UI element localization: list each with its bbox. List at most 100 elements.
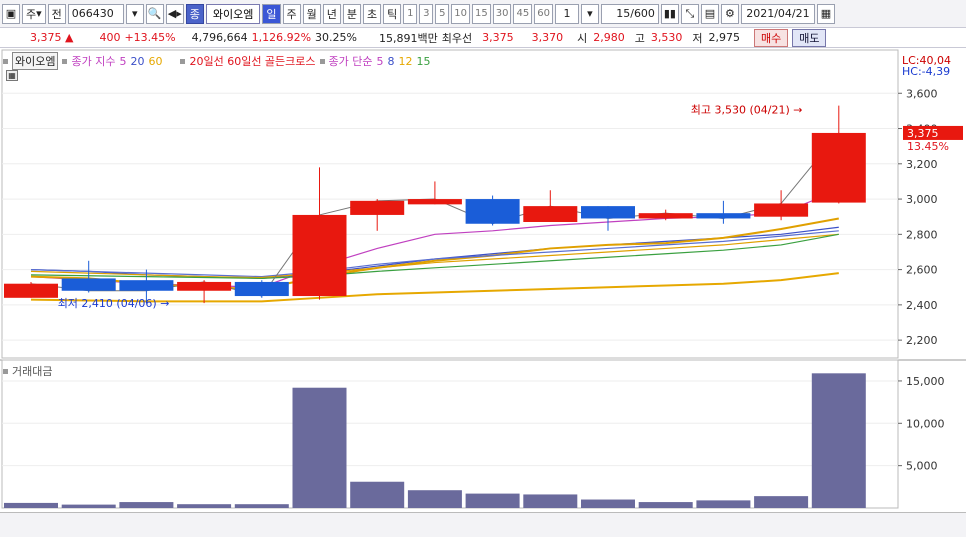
minute-15[interactable]: 15 [472,3,491,24]
y-tick-label: 2,600 [906,264,938,277]
volume-ratio: 1,126.92% [251,31,312,44]
speaker-icon[interactable]: ◀▸ [165,3,184,24]
period-week[interactable]: 주 [282,3,301,24]
minute-5[interactable]: 5 [435,3,450,24]
minute-45[interactable]: 45 [513,3,533,24]
candle-body [177,281,232,291]
candle [350,199,405,231]
candle [754,190,809,221]
candle-body [407,199,462,205]
type-badge[interactable]: 종 [185,3,204,24]
volume-bar [350,481,405,508]
current-pct-text: 13.45% [907,140,949,153]
volume-bar [61,504,116,508]
candle [465,195,520,226]
period-tick[interactable]: 틱 [383,3,402,24]
volume-bar [407,490,462,508]
market-select[interactable]: 주 ▾ [22,3,46,24]
volume-bar [177,504,232,508]
legend-marker-icon [180,58,186,64]
candle-body [234,281,289,297]
bottom-scroll-bar[interactable] [0,512,966,537]
gear-icon[interactable]: ⚙ [720,3,739,24]
volume-bar [581,499,635,508]
ma-line-sma5 [30,217,839,290]
save-icon[interactable]: ▤ [700,3,719,24]
high-label: 고 [634,31,645,45]
low-label: 저 [692,31,703,45]
minute-3[interactable]: 3 [419,3,434,24]
legend-sma-label[interactable]: 종가 단순 [329,53,373,69]
legend-ema-label[interactable]: 종가 지수 [71,53,115,69]
legend-ema-60: 60 [148,54,163,68]
draw-tool-icon[interactable]: ⤡ [680,3,699,24]
volume-bar [811,373,866,508]
min-annotation: 최저 2,410 (04/06) → [58,297,170,310]
y-tick-label: 3,600 [906,87,938,100]
stock-name: 와이오엠 [205,3,261,24]
period-minute[interactable]: 분 [342,3,362,24]
period-year[interactable]: 년 [322,3,341,24]
candle-type-icon[interactable]: ▮▮ [660,3,679,24]
volume-bar [696,500,751,508]
prev-button[interactable]: 전 [47,3,66,24]
candle [523,190,578,222]
volume-bar [119,502,174,508]
calendar-icon[interactable]: ▦ [816,3,835,24]
legend-cross-label[interactable]: 20일선 60일선 골든크로스 [189,53,315,69]
dropdown-icon[interactable]: ▾ [125,3,144,24]
buy-button[interactable]: 매수 [753,28,789,47]
minute-10[interactable]: 10 [451,3,470,24]
candle-body [638,213,693,219]
minute-1[interactable]: 1 [403,3,418,24]
count-input[interactable]: 15/600 [600,3,659,24]
legend-sma-5: 5 [376,54,384,68]
candle-body [811,132,866,203]
candle-body [754,203,809,217]
unit-input[interactable]: 1 [554,3,579,24]
date-input[interactable]: 2021/04/21 [740,3,815,24]
stock-code-input[interactable]: 066430 [67,3,124,24]
hc-label: HC:-4,39 [902,65,950,78]
volume-bar [465,493,520,508]
legend-marker-icon [319,58,325,64]
candle-body [350,200,405,215]
minute-60[interactable]: 60 [534,3,553,24]
volume-bar [523,494,578,508]
price-chart[interactable]: 3,6003,4003,2003,0002,8002,6002,4002,200… [0,48,966,512]
chart-legend: 와이오엠 종가 지수 5 20 60 20일선 60일선 골든크로스 종가 단순… [3,52,431,70]
sell-button[interactable]: 매도 [792,28,827,47]
candle [638,209,693,221]
max-annotation: 최고 3,530 (04/21) → [691,104,803,117]
volume-tick-label: 10,000 [906,417,945,430]
bid-price: 3,370 [531,31,564,44]
window-icon[interactable]: ▣ [2,3,20,24]
turnover-value: 30.25% [315,31,357,44]
period-day[interactable]: 일 [262,3,281,24]
legend-stock-name[interactable]: 와이오엠 [12,52,59,70]
candle [234,280,289,298]
y-tick-label: 2,200 [906,334,938,347]
minute-30[interactable]: 30 [492,3,512,24]
unit-dropdown-icon[interactable]: ▾ [580,3,599,24]
current-price: 3,375 ▲ [30,31,74,44]
legend-marker-icon [3,368,8,374]
volume-panel-title[interactable]: 거래대금 [12,363,52,379]
price-change: 400 [99,31,121,44]
volume-bar [292,387,347,508]
period-month[interactable]: 월 [302,3,321,24]
y-tick-label: 3,200 [906,158,938,171]
candle-body [4,283,58,298]
candle-body [292,214,347,297]
volume-legend: 거래대금 [3,363,52,379]
y-tick-label: 3,000 [906,193,938,206]
quote-bar: 3,375 ▲ 400 +13.45% 4,796,664 1,126.92% … [0,28,966,48]
volume-tick-label: 15,000 [906,375,945,388]
table-toggle-icon[interactable]: ▦ [6,70,18,81]
search-icon[interactable]: 🔍 [145,3,164,24]
volume-panel-frame [1,359,899,509]
candle-body [696,213,751,219]
low-price: 2,975 [708,31,740,44]
period-second[interactable]: 초 [363,3,382,24]
candle [407,181,462,205]
